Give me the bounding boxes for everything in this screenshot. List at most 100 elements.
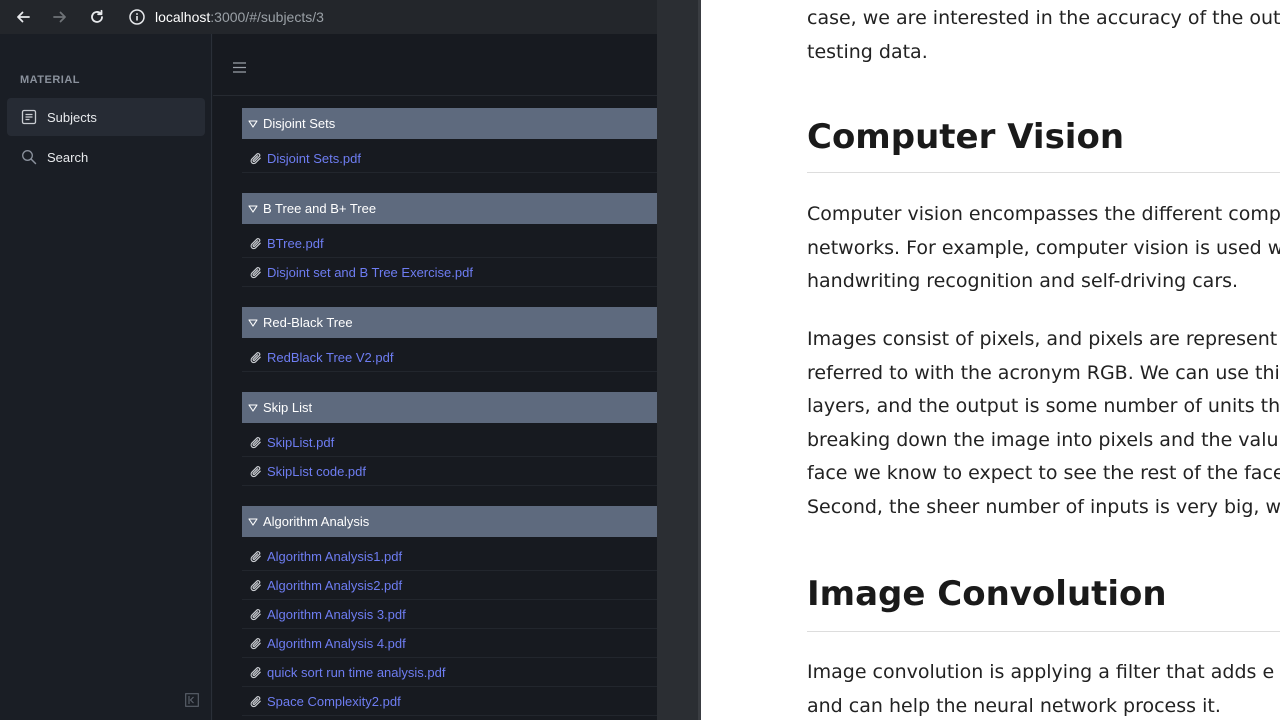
sidebar-item-subjects[interactable]: Subjects: [7, 98, 205, 136]
file-link[interactable]: Algorithm Analysis 4.pdf: [242, 629, 657, 658]
paperclip-icon: [250, 152, 261, 164]
paperclip-icon: [250, 351, 261, 363]
subject-content: Disjoint Sets Disjoint Sets.pdf B Tree and…: [242, 108, 657, 720]
file-list: Algorithm Analysis1.pdf Algorithm Analysi…: [242, 537, 657, 716]
file-name: Algorithm Analysis1.pdf: [267, 548, 403, 564]
file-link[interactable]: quick sort run time analysis.pdf: [242, 658, 657, 687]
site-info-icon[interactable]: [128, 8, 146, 26]
collapse-sidebar-icon[interactable]: [185, 693, 199, 707]
collapse-triangle-icon: [248, 204, 258, 213]
file-link[interactable]: Disjoint Sets.pdf: [242, 144, 657, 173]
paperclip-icon: [250, 579, 261, 591]
address-bar[interactable]: localhost:3000/#/subjects/3: [128, 0, 324, 34]
file-name: Algorithm Analysis 4.pdf: [267, 635, 406, 651]
heading-image-convolution: Image Convolution: [807, 574, 1167, 614]
paperclip-icon: [250, 695, 261, 707]
paperclip-icon: [250, 266, 261, 278]
file-link[interactable]: Space Complexity2.pdf: [242, 687, 657, 716]
paragraph-2: Images consist of pixels, and pixels are…: [807, 323, 1280, 524]
reload-icon[interactable]: [87, 7, 107, 27]
collapse-triangle-icon: [248, 318, 258, 327]
text-line: Second, the sheer number of inputs is ve…: [807, 495, 1280, 518]
file-name: Algorithm Analysis2.pdf: [267, 577, 403, 593]
file-list: BTree.pdf Disjoint set and B Tree Exercis…: [242, 224, 657, 287]
section-header[interactable]: Disjoint Sets: [242, 108, 657, 139]
text-line: networks. For example, computer vision i…: [807, 236, 1280, 259]
menu-icon[interactable]: [233, 60, 246, 73]
text-line: breaking down the image into pixels and …: [807, 428, 1279, 451]
document-window: case, we are interested in the accuracy …: [701, 0, 1280, 720]
file-name: SkipList code.pdf: [267, 463, 367, 479]
sidebar-item-label: Search: [47, 149, 89, 165]
text-line: Images consist of pixels, and pixels are…: [807, 328, 1278, 350]
paperclip-icon: [250, 666, 261, 678]
sidebar: MATERIAL Subjects Search: [0, 34, 212, 720]
subject-section: B Tree and B+ Tree BTree.pdf Disjoint set …: [242, 193, 657, 287]
search-icon: [20, 148, 38, 166]
file-link[interactable]: BTree.pdf: [242, 229, 657, 258]
file-name: Disjoint Sets.pdf: [267, 150, 361, 166]
section-header[interactable]: Red-Black Tree: [242, 307, 657, 338]
paperclip-icon: [250, 550, 261, 562]
url-host: localhost: [155, 9, 211, 25]
paperclip-icon: [250, 465, 261, 477]
collapse-triangle-icon: [248, 119, 258, 128]
section-title: B Tree and B+ Tree: [263, 201, 377, 216]
subject-section: Red-Black Tree RedBlack Tree V2.pdf: [242, 307, 657, 372]
browser-window: localhost:3000/#/subjects/3 MATERIAL Sub…: [0, 0, 657, 720]
main-header: [213, 34, 657, 96]
text-line: referred to with the acronym RGB. We can…: [807, 361, 1280, 384]
section-title: Red-Black Tree: [263, 315, 353, 330]
section-title: Algorithm Analysis: [263, 514, 370, 529]
text-line: case, we are interested in the accuracy …: [807, 7, 1280, 29]
text-line: face we know to expect to see the rest o…: [807, 462, 1280, 484]
paperclip-icon: [250, 608, 261, 620]
sidebar-item-label: Subjects: [47, 109, 97, 125]
file-list: RedBlack Tree V2.pdf: [242, 338, 657, 372]
file-link[interactable]: Algorithm Analysis2.pdf: [242, 571, 657, 600]
text-line: and can help the neural network process …: [807, 694, 1221, 717]
text-line: layers, and the output is some number of…: [807, 395, 1280, 417]
main-panel: Disjoint Sets Disjoint Sets.pdf B Tree and…: [213, 34, 657, 720]
file-link[interactable]: RedBlack Tree V2.pdf: [242, 343, 657, 372]
file-name: RedBlack Tree V2.pdf: [267, 349, 394, 365]
file-list: SkipList.pdf SkipList code.pdf: [242, 423, 657, 486]
collapse-triangle-icon: [248, 517, 258, 526]
subject-section: Algorithm Analysis Algorithm Analysis1.pd…: [242, 506, 657, 716]
file-name: SkipList.pdf: [267, 434, 335, 450]
heading-rule: [807, 172, 1280, 173]
section-header[interactable]: Skip List: [242, 392, 657, 423]
url-path: :3000/#/subjects/3: [210, 9, 324, 25]
file-name: BTree.pdf: [267, 235, 324, 251]
file-link[interactable]: Algorithm Analysis 3.pdf: [242, 600, 657, 629]
section-title: Disjoint Sets: [263, 116, 336, 131]
sidebar-item-search[interactable]: Search: [7, 138, 205, 176]
intro-paragraph: case, we are interested in the accuracy …: [807, 2, 1280, 69]
file-link[interactable]: SkipList.pdf: [242, 428, 657, 457]
file-link[interactable]: Algorithm Analysis1.pdf: [242, 542, 657, 571]
text-line: testing data.: [807, 40, 928, 63]
file-link[interactable]: Disjoint set and B Tree Exercise.pdf: [242, 258, 657, 287]
section-title: Skip List: [263, 400, 313, 415]
file-list: Disjoint Sets.pdf: [242, 139, 657, 173]
paragraph-3: Image convolution is applying a filter t…: [807, 656, 1280, 720]
heading-computer-vision: Computer Vision: [807, 117, 1125, 157]
paperclip-icon: [250, 436, 261, 448]
browser-toolbar: localhost:3000/#/subjects/3: [0, 0, 657, 34]
text-line: Computer vision encompasses the differen…: [807, 203, 1280, 225]
section-header[interactable]: Algorithm Analysis: [242, 506, 657, 537]
file-name: Disjoint set and B Tree Exercise.pdf: [267, 264, 473, 280]
text-line: Image convolution is applying a filter t…: [807, 661, 1275, 683]
file-link[interactable]: SkipList code.pdf: [242, 457, 657, 486]
back-icon[interactable]: [13, 7, 33, 27]
sidebar-heading: MATERIAL: [20, 74, 81, 86]
heading-rule: [807, 631, 1280, 632]
window-divider: [657, 0, 700, 720]
section-header[interactable]: B Tree and B+ Tree: [242, 193, 657, 224]
file-name: Algorithm Analysis 3.pdf: [267, 606, 406, 622]
paperclip-icon: [250, 237, 261, 249]
text-line: handwriting recognition and self-driving…: [807, 270, 1239, 292]
file-name: quick sort run time analysis.pdf: [267, 664, 446, 680]
forward-icon[interactable]: [50, 7, 70, 27]
paragraph-1: Computer vision encompasses the differen…: [807, 198, 1280, 299]
